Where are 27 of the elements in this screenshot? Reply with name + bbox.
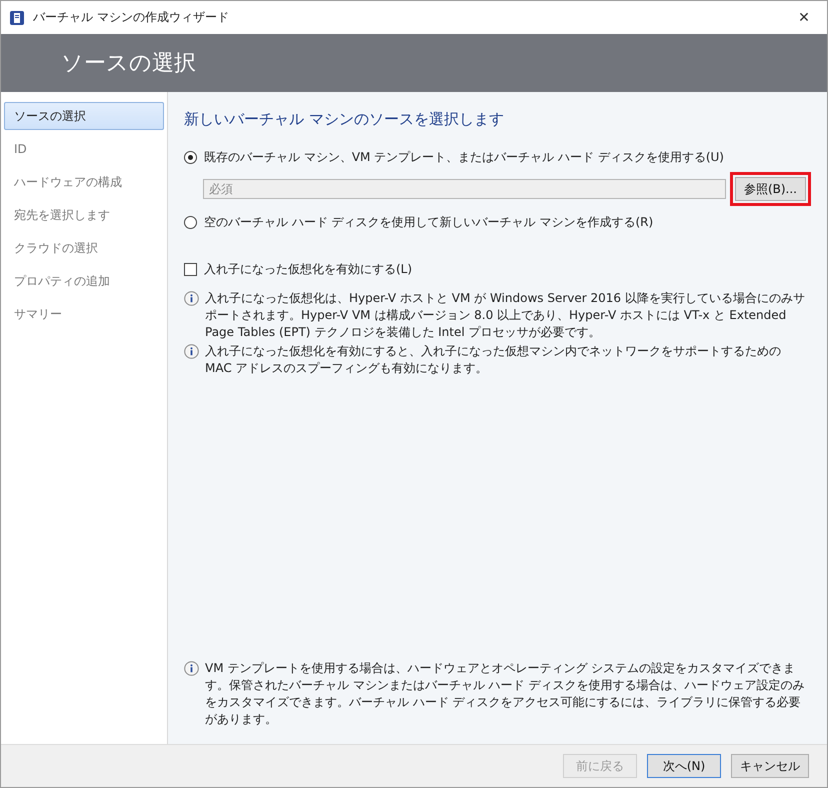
- info-note: 入れ子になった仮想化を有効にすると、入れ子になった仮想マシン内でネットワークをサポートするための MAC アドレスのスプーフィングも有効になります。: [205, 343, 782, 377]
- info-icon: [184, 344, 199, 359]
- radio-label: 既存のバーチャル マシン、VM テンプレート、またはバーチャル ハード ディスクを使用する(U): [204, 149, 724, 166]
- sidebar-item[interactable]: サマリー: [4, 300, 164, 328]
- info-note: VM テンプレートを使用する場合は、ハードウェアとオペレーティング システムの設定をカスタマイズできます。保管されたバーチャル マシンまたはバーチャル ハード ディスクを使用する場合は、ハードウェア設定のみをカスタマイズできます。バーチャル ハード ディスクをアクセス可能にするには、ライブラリに保管する必要があります。: [205, 660, 806, 728]
- info-icon: [184, 661, 199, 676]
- window-app-icon: [9, 10, 25, 26]
- sidebar-item[interactable]: ハードウェアの構成: [4, 168, 164, 196]
- dialog-button[interactable]: 次へ(N): [647, 754, 721, 778]
- sidebar-item[interactable]: ソースの選択: [4, 102, 164, 130]
- radio-button[interactable]: [184, 151, 197, 164]
- sidebar-item[interactable]: ID: [4, 135, 164, 163]
- browse-button[interactable]: 参照(B)...: [734, 177, 806, 201]
- checkbox-label: 入れ子になった仮想化を有効にする(L): [204, 261, 412, 278]
- radio-label: 空のバーチャル ハード ディスクを使用して新しいバーチャル マシンを作成する(R): [204, 214, 654, 231]
- close-button[interactable]: ✕: [781, 1, 827, 34]
- dialog-button[interactable]: キャンセル: [731, 754, 809, 778]
- info-icon: [184, 291, 199, 306]
- sidebar-item[interactable]: 宛先を選択します: [4, 201, 164, 229]
- info-note: 入れ子になった仮想化は、Hyper-V ホストと VM が Windows Server 2016 以降を実行している場合にのみサポートされます。Hyper-V VM は構成バージョン 8.0 以上であり、Hyper-V ホストには VT-x と Extended Page Tables (EPT) テクノロジを装備した Intel プロセッサが必要です。: [205, 290, 806, 341]
- section-heading: 新しいバーチャル マシンのソースを選択します: [184, 110, 505, 129]
- sidebar-item[interactable]: プロパティの追加: [4, 267, 164, 295]
- checkbox[interactable]: [184, 263, 197, 276]
- sidebar-item[interactable]: クラウドの選択: [4, 234, 164, 262]
- window-title: バーチャル マシンの作成ウィザード: [33, 9, 230, 26]
- radio-button[interactable]: [184, 216, 197, 229]
- page-title: ソースの選択: [61, 50, 196, 78]
